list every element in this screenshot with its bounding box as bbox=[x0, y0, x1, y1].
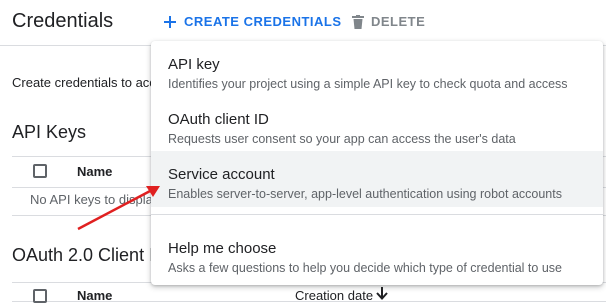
annotation-arrow-icon bbox=[77, 186, 160, 231]
